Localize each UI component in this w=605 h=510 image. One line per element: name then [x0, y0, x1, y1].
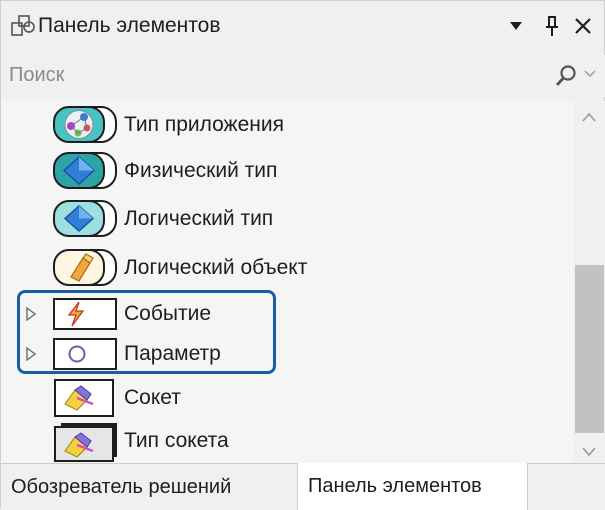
- close-button[interactable]: [571, 13, 595, 39]
- logical-object-icon: [53, 249, 117, 286]
- toolbox-item-label: Логический объект: [124, 256, 308, 279]
- tab-solution-explorer[interactable]: Обозреватель решений: [1, 464, 298, 510]
- chevron-up-icon[interactable]: [581, 111, 597, 123]
- expand-arrow-icon[interactable]: [25, 307, 37, 321]
- physical-type-icon: [53, 152, 117, 189]
- parameter-icon: [53, 338, 117, 370]
- auto-hide-button[interactable]: [540, 13, 564, 39]
- toolbox-item-label: Параметр: [124, 342, 221, 365]
- toolbox-items-list: Тип приложения Физический тип Логический…: [1, 101, 573, 463]
- toolbox-item-label: Событие: [124, 302, 211, 325]
- toolbox-item-label: Логический тип: [124, 207, 274, 230]
- window-position-dropdown[interactable]: [504, 13, 528, 39]
- chevron-down-icon[interactable]: [583, 67, 597, 81]
- toolbox-item-physical-type[interactable]: Физический тип: [1, 149, 573, 193]
- chevron-down-icon[interactable]: [581, 446, 597, 458]
- pin-icon: [546, 16, 558, 36]
- toolbox-panel: Панель элементов Поиск Тип приложения Фи…: [0, 0, 605, 510]
- toolbox-item-parameter[interactable]: Параметр: [1, 332, 573, 376]
- toolbox-item-socket[interactable]: Сокет: [1, 376, 573, 420]
- search-bar: [1, 55, 605, 97]
- application-type-icon: [53, 106, 117, 143]
- socket-type-icon: [54, 423, 117, 462]
- close-icon: [575, 18, 591, 34]
- event-icon: [53, 298, 117, 330]
- bottom-tab-bar: Обозреватель решений Панель элементов: [1, 463, 605, 510]
- tab-toolbox[interactable]: Панель элементов: [298, 463, 528, 510]
- panel-title: Панель элементов: [38, 14, 221, 37]
- logical-type-icon: [53, 200, 117, 237]
- expand-arrow-icon[interactable]: [25, 347, 37, 361]
- search-input[interactable]: [5, 59, 553, 91]
- scrollbar-thumb[interactable]: [575, 265, 604, 433]
- panel-title-bar: Панель элементов: [1, 1, 605, 51]
- toolbox-item-application-type[interactable]: Тип приложения: [1, 103, 573, 147]
- toolbox-item-label: Сокет: [124, 386, 181, 409]
- vertical-scrollbar[interactable]: [573, 101, 605, 463]
- toolbox-item-logical-object[interactable]: Логический объект: [1, 246, 573, 290]
- toolbox-item-label: Тип приложения: [124, 113, 284, 136]
- toolbox-item-label: Физический тип: [124, 159, 278, 182]
- toolbox-item-logical-type[interactable]: Логический тип: [1, 197, 573, 241]
- triangle-down-icon: [510, 22, 522, 30]
- socket-icon: [54, 379, 114, 417]
- toolbox-icon: [11, 15, 35, 36]
- search-icon[interactable]: [555, 64, 577, 88]
- toolbox-item-event[interactable]: Событие: [1, 292, 573, 336]
- toolbox-item-socket-type[interactable]: Тип сокета: [1, 419, 573, 463]
- toolbox-item-label: Тип сокета: [124, 429, 229, 452]
